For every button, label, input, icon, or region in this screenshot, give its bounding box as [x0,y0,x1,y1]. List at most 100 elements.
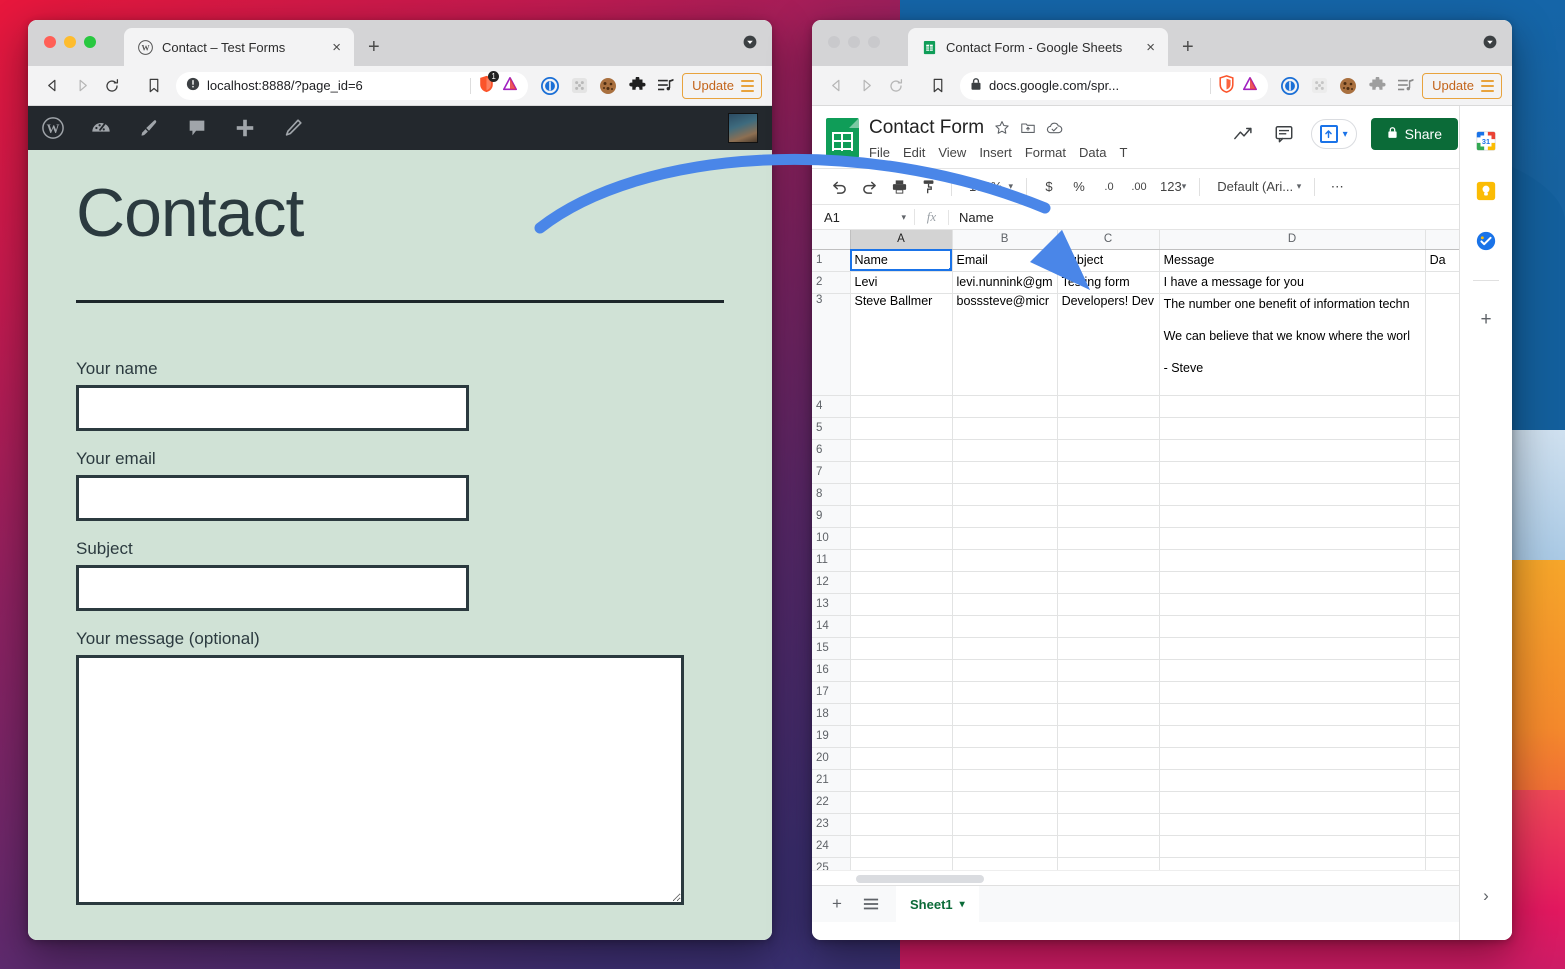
row-header-20[interactable]: 20 [812,747,851,770]
minimize-window-button[interactable] [64,36,76,48]
cell-empty[interactable] [952,857,1058,870]
row-header-21[interactable]: 21 [812,769,851,792]
google-tasks-icon[interactable] [1473,228,1499,254]
row-header-4[interactable]: 4 [812,395,851,418]
customize-brush-icon[interactable] [138,117,160,139]
cell-empty[interactable] [952,505,1058,528]
wordpress-browser-window[interactable]: W Contact – Test Forms × + localhost:888… [28,20,772,940]
cell-empty[interactable] [1057,791,1160,814]
cell-empty[interactable] [1159,857,1426,870]
add-addon-button[interactable]: + [1473,307,1499,333]
cell-empty[interactable] [1057,549,1160,572]
cell-empty[interactable] [952,439,1058,462]
sheets-maximize-window-button[interactable] [868,36,880,48]
table-row[interactable]: 12 [812,571,1488,594]
cell-empty[interactable] [1057,505,1160,528]
browser-tab-sheets[interactable]: Contact Form - Google Sheets × [908,28,1168,66]
brave-shields-icon[interactable]: 1 [478,71,500,96]
gridpuzzle-icon[interactable] [569,76,589,96]
playlist-icon[interactable] [656,76,676,96]
row-header-25[interactable]: 25 [812,857,851,870]
sheets-forward-button[interactable] [852,72,880,100]
row-header-12[interactable]: 12 [812,571,851,594]
your-message-textarea[interactable] [76,655,684,905]
cell-empty[interactable] [850,747,953,770]
reload-button[interactable] [98,72,126,100]
table-row[interactable]: 23 [812,813,1488,836]
cell-empty[interactable] [850,637,953,660]
cell-empty[interactable] [850,857,953,870]
sheets-back-button[interactable] [822,72,850,100]
new-plus-icon[interactable] [234,117,256,139]
cell-empty[interactable] [1057,703,1160,726]
cell-empty[interactable] [952,681,1058,704]
cell-empty[interactable] [1159,615,1426,638]
cell-empty[interactable] [850,461,953,484]
cell-empty[interactable] [850,659,953,682]
cell-empty[interactable] [1057,615,1160,638]
cell-empty[interactable] [952,637,1058,660]
user-avatar[interactable] [728,113,758,143]
table-row[interactable]: 4 [812,395,1488,418]
cell-a2[interactable]: Levi [850,271,953,294]
cell-empty[interactable] [952,461,1058,484]
back-button[interactable] [38,72,66,100]
your-name-input[interactable] [76,385,469,431]
menu-format[interactable]: Format [1025,145,1066,160]
activity-trend-icon[interactable] [1231,121,1257,147]
cell-empty[interactable] [1057,527,1160,550]
column-header-b[interactable]: B [952,230,1058,250]
table-row[interactable]: 25 [812,857,1488,870]
present-caret-icon[interactable]: ▾ [1343,129,1348,140]
table-row[interactable]: 11 [812,549,1488,572]
cell-empty[interactable] [952,769,1058,792]
row-header-1[interactable]: 1 [812,249,851,272]
cell-empty[interactable] [1159,835,1426,858]
cell-empty[interactable] [952,593,1058,616]
browser-tab-wordpress[interactable]: W Contact – Test Forms × [124,28,354,66]
more-toolbar-button[interactable]: ⋯ [1324,174,1350,200]
sheets-minimize-window-button[interactable] [848,36,860,48]
zoom-selector[interactable]: 100% ▾ [961,174,1017,200]
cell-empty[interactable] [952,483,1058,506]
row-header-18[interactable]: 18 [812,703,851,726]
cell-empty[interactable] [1057,835,1160,858]
row-header-15[interactable]: 15 [812,637,851,660]
address-bar[interactable]: localhost:8888/?page_id=6 1 [176,71,529,100]
sheets-update-button[interactable]: Update [1422,72,1502,99]
row-header-14[interactable]: 14 [812,615,851,638]
sheet-tab-caret-icon[interactable]: ▾ [960,899,965,910]
select-all-corner[interactable] [812,230,851,250]
row-header-22[interactable]: 22 [812,791,851,814]
redo-icon[interactable] [856,174,882,200]
brave-rewards-icon[interactable] [1242,76,1258,95]
puzzle-piece-icon[interactable] [627,76,647,96]
brave-shields-icon[interactable] [1218,75,1235,96]
row-header-7[interactable]: 7 [812,461,851,484]
table-row[interactable]: 7 [812,461,1488,484]
cell-empty[interactable] [952,395,1058,418]
gridpuzzle-icon[interactable] [1309,76,1329,96]
cell-c1[interactable]: Subject [1057,249,1160,272]
sheets-close-window-button[interactable] [828,36,840,48]
row-header-6[interactable]: 6 [812,439,851,462]
row-header-9[interactable]: 9 [812,505,851,528]
row-header-3[interactable]: 3 [812,293,851,396]
table-row[interactable]: 19 [812,725,1488,748]
dashboard-gauge-icon[interactable] [90,117,112,139]
move-to-folder-icon[interactable] [1020,120,1036,136]
close-tab-icon[interactable]: × [329,40,344,55]
your-email-input[interactable] [76,475,469,521]
row-header-13[interactable]: 13 [812,593,851,616]
cell-d3[interactable]: The number one benefit of information te… [1159,293,1426,396]
column-header-d[interactable]: D [1159,230,1426,250]
cell-d2[interactable]: I have a message for you [1159,271,1426,294]
cell-empty[interactable] [1057,637,1160,660]
table-row[interactable]: 21 [812,769,1488,792]
sheets-browser-menu-icon[interactable] [1481,79,1494,92]
edit-pencil-icon[interactable] [282,117,304,139]
table-row[interactable]: 14 [812,615,1488,638]
cell-empty[interactable] [1159,461,1426,484]
column-header-a[interactable]: A [850,230,953,250]
menu-file[interactable]: File [869,145,890,160]
